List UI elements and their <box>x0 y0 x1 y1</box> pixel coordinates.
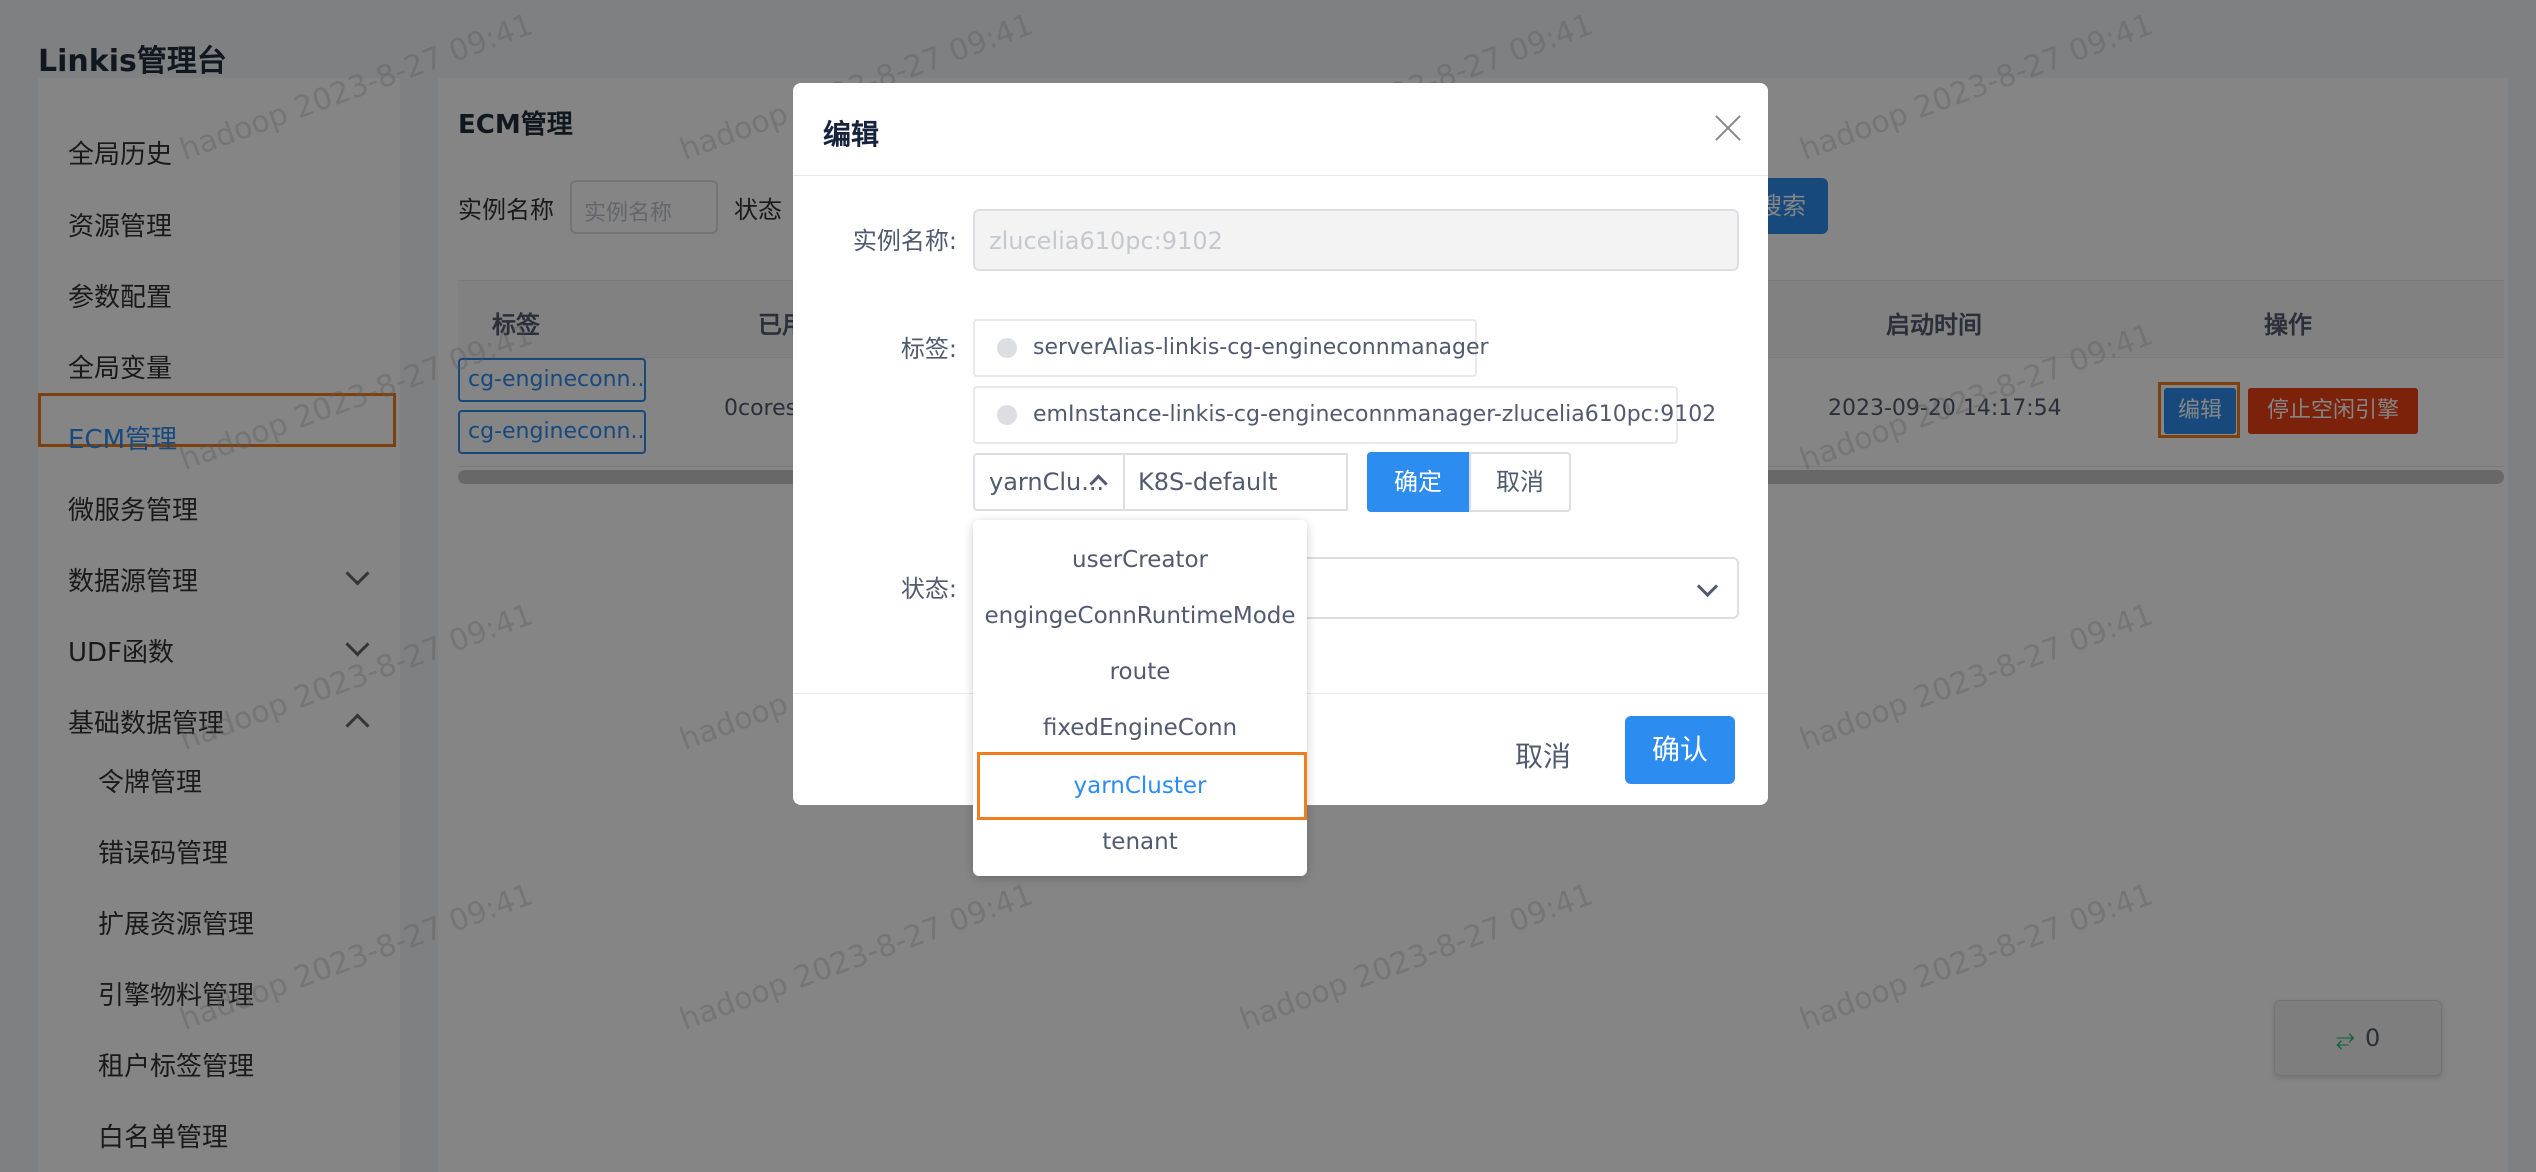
tag-key-value: yarnClu... <box>989 468 1105 496</box>
tag-key-select[interactable]: yarnClu... <box>973 453 1125 511</box>
dropdown-option-tenant[interactable]: tenant <box>973 814 1307 870</box>
tag-value-input[interactable]: K8S-default <box>1124 453 1348 511</box>
chevron-down-icon <box>1696 575 1719 598</box>
confirm-button[interactable]: 确认 <box>1625 716 1735 784</box>
modal-title: 编辑 <box>823 118 880 151</box>
add-tag-confirm-button[interactable]: 确定 <box>1367 452 1469 512</box>
close-icon[interactable] <box>1711 111 1745 145</box>
instance-name-input[interactable]: zlucelia610pc:9102 <box>973 209 1739 271</box>
radio-dot-icon <box>997 405 1017 425</box>
tag-text: serverAlias-linkis-cg-engineconnmanager <box>1033 335 1489 360</box>
modal-header: 编辑 <box>793 83 1768 176</box>
tags-label: 标签: <box>900 335 957 363</box>
dropdown-option-usercreator[interactable]: userCreator <box>973 532 1307 588</box>
tag-item[interactable]: serverAlias-linkis-cg-engineconnmanager <box>973 319 1489 377</box>
tag-text: emInstance-linkis-cg-engineconnmanager-z… <box>1033 402 1717 427</box>
tag-item[interactable]: emInstance-linkis-cg-engineconnmanager-z… <box>973 386 1716 444</box>
dropdown-option-fixedengineconn[interactable]: fixedEngineConn <box>973 700 1307 756</box>
status-label: 状态: <box>900 575 957 603</box>
instance-name-label: 实例名称: <box>852 227 957 255</box>
cancel-button[interactable]: 取消 <box>1493 724 1593 790</box>
add-tag-cancel-button[interactable]: 取消 <box>1469 452 1571 512</box>
radio-dot-icon <box>997 338 1017 358</box>
dropdown-option-engingeconnruntimemode[interactable]: engingeConnRuntimeMode <box>973 588 1307 644</box>
dropdown-option-route[interactable]: route <box>973 644 1307 700</box>
tag-key-dropdown: userCreator engingeConnRuntimeMode route… <box>973 520 1307 876</box>
dropdown-option-yarncluster[interactable]: yarnCluster <box>973 758 1307 814</box>
